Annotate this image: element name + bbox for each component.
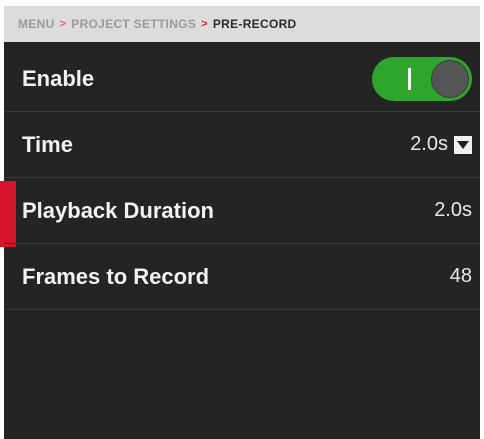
setting-row-frames-to-record[interactable]: Frames to Record 48 xyxy=(4,244,480,310)
playback-duration-value: 2.0s xyxy=(434,199,472,221)
setting-row-time[interactable]: Time 2.0s xyxy=(4,112,480,178)
breadcrumb: MENU > PROJECT SETTINGS > PRE-RECORD xyxy=(4,6,480,42)
setting-row-playback-duration[interactable]: Playback Duration 2.0s xyxy=(4,178,480,244)
setting-label: Frames to Record xyxy=(22,263,210,289)
toggle-knob[interactable] xyxy=(431,59,469,98)
time-value: 2.0s xyxy=(410,133,448,155)
time-dropdown[interactable]: 2.0s xyxy=(410,133,472,156)
breadcrumb-menu[interactable]: MENU xyxy=(18,17,55,31)
chevron-down-icon[interactable] xyxy=(454,135,472,154)
setting-row-enable[interactable]: Enable xyxy=(4,46,480,112)
breadcrumb-project-settings[interactable]: PROJECT SETTINGS xyxy=(71,17,196,31)
breadcrumb-separator: > xyxy=(59,18,67,30)
pre-record-panel: MENU > PROJECT SETTINGS > PRE-RECORD Ena… xyxy=(0,6,480,439)
setting-label: Enable xyxy=(22,65,95,91)
breadcrumb-pre-record: PRE-RECORD xyxy=(212,17,297,31)
enable-toggle[interactable] xyxy=(372,56,472,101)
breadcrumb-separator: > xyxy=(201,18,208,30)
setting-label: Playback Duration xyxy=(22,197,214,223)
frames-to-record-value: 48 xyxy=(449,265,472,287)
toggle-on-indicator-icon xyxy=(408,67,411,90)
setting-label: Time xyxy=(22,131,73,157)
